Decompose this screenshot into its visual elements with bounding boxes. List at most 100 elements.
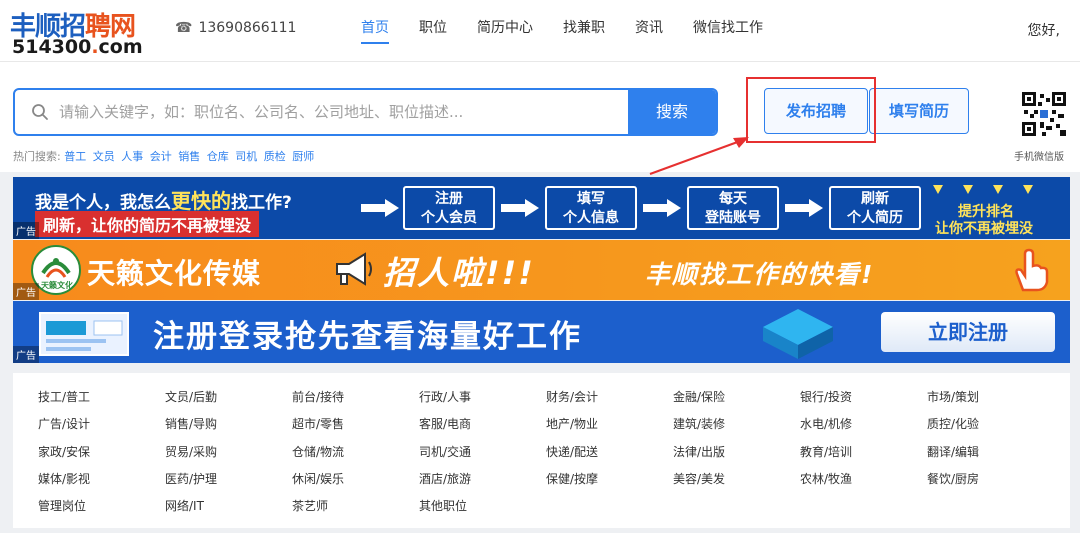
hotline: ☎ 13690866111 — [175, 20, 296, 36]
fill-resume-button[interactable]: 填写简历 — [869, 88, 969, 134]
hot-term[interactable]: 人事 — [121, 150, 143, 163]
category-link[interactable]: 休闲/娱乐 — [292, 469, 419, 496]
category-link[interactable]: 管理岗位 — [38, 496, 165, 523]
hot-term[interactable]: 仓库 — [207, 150, 229, 163]
hot-searches-label: 热门搜索: — [13, 150, 61, 163]
category-grid: 技工/普工 文员/后勤 前台/接待 行政/人事 财务/会计 金融/保险 银行/投资 市场/策划… — [38, 387, 1058, 523]
category-link[interactable]: 医药/护理 — [165, 469, 292, 496]
category-link[interactable]: 行政/人事 — [419, 387, 546, 414]
category-link[interactable]: 保健/按摩 — [546, 469, 673, 496]
chevron-down-icon — [963, 185, 973, 194]
category-link[interactable]: 翻译/编辑 — [927, 442, 1054, 469]
step-register: 注册 个人会员 — [403, 186, 495, 230]
ad-tag: 广告 — [13, 222, 39, 239]
search-input[interactable] — [59, 90, 629, 134]
category-link[interactable]: 财务/会计 — [546, 387, 673, 414]
hiring-slogan: 招人啦!!! — [383, 254, 535, 292]
nav-home[interactable]: 首页 — [346, 0, 404, 62]
banner-tianlai-media[interactable]: 天籁文化 天籁文化传媒 招人啦!!! 丰顺找工作的快看! 广告 — [13, 240, 1070, 300]
category-link[interactable]: 其他职位 — [419, 496, 546, 523]
hot-term[interactable]: 会计 — [150, 150, 172, 163]
category-link[interactable]: 美容/美发 — [673, 469, 800, 496]
step-daily-login: 每天 登陆账号 — [687, 186, 779, 230]
phone-icon: ☎ — [175, 20, 193, 36]
category-link[interactable]: 文员/后勤 — [165, 387, 292, 414]
qr-code-icon — [1020, 90, 1068, 138]
step-fill-info: 填写 个人信息 — [545, 186, 637, 230]
register-now-button[interactable]: 立即注册 — [881, 312, 1055, 352]
search-bar: 搜索 — [13, 88, 718, 136]
main-nav: 首页 职位 简历中心 找兼职 资讯 微信找工作 — [346, 0, 778, 62]
chevron-down-icon — [933, 185, 943, 194]
annotation-arrow-icon — [649, 137, 749, 175]
category-link[interactable]: 餐饮/厨房 — [927, 469, 1054, 496]
qr-label: 手机微信版 — [1014, 152, 1064, 163]
arrow-right-icon — [501, 199, 539, 217]
category-link[interactable]: 酒店/旅游 — [419, 469, 546, 496]
chevron-down-icon — [993, 185, 1003, 194]
nav-wechat-jobs[interactable]: 微信找工作 — [678, 0, 778, 62]
register-slogan: 注册登录抢先查看海量好工作 — [153, 319, 582, 355]
hot-term[interactable]: 普工 — [64, 150, 86, 163]
category-link[interactable]: 茶艺师 — [292, 496, 419, 523]
top-header: 丰顺招聘网 514300.com ☎ 13690866111 首页 职位 简历中心… — [0, 0, 1080, 62]
category-link[interactable]: 前台/接待 — [292, 387, 419, 414]
arrow-right-icon — [361, 199, 399, 217]
chevron-down-icon — [1023, 185, 1033, 194]
hot-term[interactable]: 销售 — [178, 150, 200, 163]
nav-jobs[interactable]: 职位 — [404, 0, 462, 62]
category-link[interactable]: 质控/化验 — [927, 414, 1054, 441]
category-link[interactable]: 广告/设计 — [38, 414, 165, 441]
category-link[interactable]: 客服/电商 — [419, 414, 546, 441]
banner-resume-refresh[interactable]: 我是个人，我怎么更快的找工作? 刷新，让你的简历不再被埋没 注册 个人会员 填写个… — [13, 177, 1070, 239]
nav-resume-center[interactable]: 简历中心 — [462, 0, 548, 62]
category-link[interactable]: 地产/物业 — [546, 414, 673, 441]
hot-term[interactable]: 质检 — [264, 150, 286, 163]
company-name: 天籁文化传媒 — [87, 257, 262, 290]
category-link[interactable]: 家政/安保 — [38, 442, 165, 469]
hot-term[interactable]: 司机 — [235, 150, 257, 163]
category-link[interactable]: 网络/IT — [165, 496, 292, 523]
category-link[interactable]: 仓储/物流 — [292, 442, 419, 469]
megaphone-icon — [336, 252, 372, 286]
site-logo[interactable]: 丰顺招聘网 514300.com — [10, 6, 160, 58]
arrow-right-icon — [643, 199, 681, 217]
banner-tip: 让你不再被埋没 — [935, 221, 1033, 237]
banner-subline: 刷新，让你的简历不再被埋没 — [35, 211, 260, 237]
highlight-frame — [746, 77, 876, 143]
category-link[interactable]: 技工/普工 — [38, 387, 165, 414]
category-link[interactable]: 法律/出版 — [673, 442, 800, 469]
cube-graphic-icon — [763, 309, 833, 359]
search-section: 搜索 热门搜索: 普工 文员 人事 会计 销售 仓库 司机 质检 厨师 发布招聘… — [0, 62, 1080, 175]
hotline-number: 13690866111 — [198, 20, 297, 36]
category-link[interactable]: 教育/培训 — [800, 442, 927, 469]
category-link[interactable]: 媒体/影视 — [38, 469, 165, 496]
arrow-right-icon — [785, 199, 823, 217]
category-link[interactable]: 贸易/采购 — [165, 442, 292, 469]
job-categories: 技工/普工 文员/后勤 前台/接待 行政/人事 财务/会计 金融/保险 银行/投资 市场/策划… — [13, 373, 1070, 528]
search-icon — [32, 104, 48, 120]
category-link[interactable]: 快递/配送 — [546, 442, 673, 469]
category-link[interactable]: 销售/导购 — [165, 414, 292, 441]
nav-part-time[interactable]: 找兼职 — [548, 0, 620, 62]
hot-term[interactable]: 文员 — [93, 150, 115, 163]
category-link[interactable]: 农林/牧渔 — [800, 469, 927, 496]
hot-searches: 热门搜索: 普工 文员 人事 会计 销售 仓库 司机 质检 厨师 — [13, 148, 317, 164]
monitor-illustration-icon — [39, 312, 129, 356]
step-refresh-resume: 刷新 个人简历 — [829, 186, 921, 230]
category-link[interactable]: 银行/投资 — [800, 387, 927, 414]
category-link[interactable]: 市场/策划 — [927, 387, 1054, 414]
user-greeting[interactable]: 您好, — [1028, 20, 1060, 40]
category-link[interactable]: 水电/机修 — [800, 414, 927, 441]
ad-tag: 广告 — [13, 346, 39, 363]
pointing-hand-icon — [1015, 248, 1049, 292]
category-link[interactable]: 司机/交通 — [419, 442, 546, 469]
category-link[interactable]: 建筑/装修 — [673, 414, 800, 441]
category-link[interactable]: 超市/零售 — [292, 414, 419, 441]
search-button[interactable]: 搜索 — [628, 90, 716, 134]
ad-tag: 广告 — [13, 283, 39, 300]
category-link[interactable]: 金融/保险 — [673, 387, 800, 414]
banner-register[interactable]: 注册登录抢先查看海量好工作 立即注册 广告 — [13, 301, 1070, 363]
hot-term[interactable]: 厨师 — [292, 150, 314, 163]
nav-news[interactable]: 资讯 — [620, 0, 678, 62]
